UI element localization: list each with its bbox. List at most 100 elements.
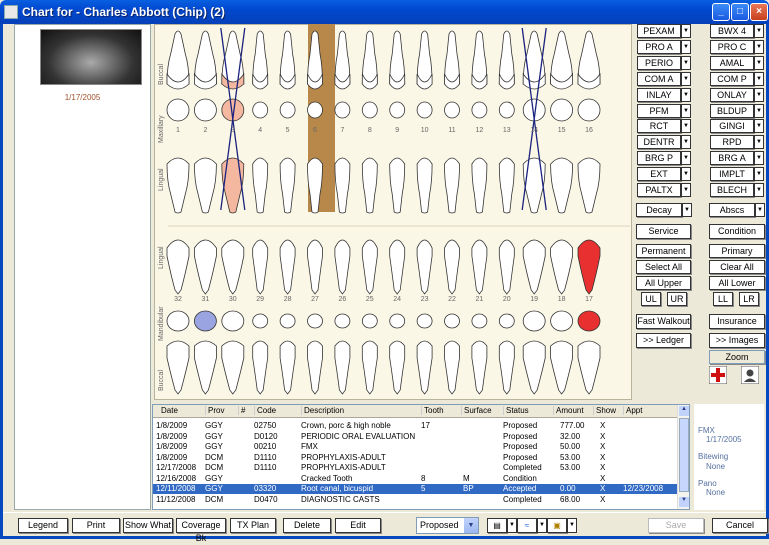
proc-ext-dropdown[interactable]: ▼	[681, 167, 691, 182]
tooth-lower-lingual[interactable]	[166, 239, 190, 295]
fast-walkout-button[interactable]: Fast Walkout	[636, 314, 691, 329]
tooth-lower-buccal[interactable]	[361, 340, 378, 395]
tooth-lower-buccal[interactable]	[416, 340, 433, 395]
tooth-lower-buccal[interactable]	[334, 340, 351, 395]
tooth-lower-occlusal[interactable]	[279, 313, 296, 329]
tooth-upper-lingual[interactable]	[279, 157, 296, 214]
tooth-upper-buccal[interactable]	[279, 30, 296, 85]
tooth-lower-buccal[interactable]	[221, 340, 245, 395]
proc-bwx-4-button[interactable]: BWX 4	[710, 24, 754, 38]
proc-gingi-button[interactable]: GINGI	[710, 119, 754, 134]
zoom-button[interactable]: Zoom	[709, 350, 765, 364]
tooth-upper-buccal[interactable]	[389, 30, 406, 85]
tooth-lower-lingual[interactable]	[389, 239, 406, 295]
tooth-upper-buccal[interactable]	[550, 30, 574, 85]
status-select[interactable]: Proposed ▼	[416, 517, 479, 534]
tooth-upper-lingual[interactable]	[334, 157, 351, 214]
col-show[interactable]: Show	[593, 406, 616, 415]
proc-inlay-button[interactable]: INLAY	[637, 87, 681, 102]
scroll-up-icon[interactable]: ▲	[679, 406, 689, 416]
tooth-lower-lingual[interactable]	[334, 239, 351, 295]
proc-com-a-dropdown[interactable]: ▼	[681, 71, 691, 86]
tooth-lower-occlusal[interactable]	[361, 313, 378, 329]
tooth-upper-lingual[interactable]	[361, 157, 378, 214]
tooth-lower-lingual[interactable]	[550, 239, 573, 295]
proc-onlay-dropdown[interactable]: ▼	[754, 87, 764, 102]
tooth-upper-lingual[interactable]	[498, 157, 515, 214]
tooth-lower-occlusal[interactable]	[194, 310, 217, 332]
tooth-lower-buccal[interactable]	[194, 340, 217, 395]
tooth-lower-buccal[interactable]	[498, 340, 515, 395]
col-amount[interactable]: Amount	[553, 406, 584, 415]
decay-button[interactable]: Decay	[636, 203, 682, 217]
tooth-occlusal[interactable]	[498, 101, 515, 119]
proc-rpd-dropdown[interactable]: ▼	[754, 135, 764, 150]
tooth-occlusal[interactable]	[471, 101, 488, 119]
close-button[interactable]: ×	[750, 3, 768, 21]
tooth-lower-buccal[interactable]	[389, 340, 406, 395]
proc-ext-button[interactable]: EXT	[637, 167, 681, 182]
xray-thumbnail[interactable]	[40, 29, 142, 85]
proc-com-a-button[interactable]: COM A	[637, 71, 681, 86]
tooth-lower-occlusal[interactable]	[550, 310, 574, 332]
proc-brg-a-dropdown[interactable]: ▼	[754, 151, 764, 166]
tooth-upper-buccal[interactable]	[193, 30, 217, 85]
tooth-lower-lingual[interactable]	[194, 239, 217, 295]
proc-bldup-button[interactable]: BLDUP	[710, 103, 754, 118]
proc-bldup-dropdown[interactable]: ▼	[754, 103, 764, 118]
tooth-occlusal[interactable]	[550, 98, 574, 122]
tooth-lower-occlusal[interactable]	[334, 313, 351, 329]
tooth-lower-lingual[interactable]	[252, 239, 269, 295]
tooth-lower-occlusal[interactable]	[307, 313, 323, 329]
tooth-lower-buccal[interactable]	[166, 340, 190, 395]
tooth-upper-buccal[interactable]	[252, 30, 269, 85]
tooth-occlusal[interactable]	[279, 101, 296, 119]
tooth-lower-occlusal[interactable]	[166, 310, 190, 332]
tooth-upper-buccal[interactable]	[307, 30, 323, 85]
tooth-lower-occlusal[interactable]	[389, 313, 406, 329]
tooth-lower-buccal[interactable]	[471, 340, 488, 395]
tx-plan-button[interactable]: TX Plan	[230, 518, 276, 533]
procedures-grid[interactable]: Date Prov # Code Description Tooth Surfa…	[152, 404, 690, 510]
delete-button[interactable]: Delete	[283, 518, 331, 533]
show-what-button[interactable]: Show What	[123, 518, 173, 533]
table-row[interactable]: 11/12/2008 DCM D0470 DIAGNOSTIC CASTS Comple…	[153, 495, 677, 505]
tooth-lower-buccal[interactable]	[444, 340, 460, 395]
maximize-button[interactable]: □	[731, 3, 749, 21]
tooth-upper-lingual[interactable]	[577, 157, 601, 214]
tooth-upper-buccal[interactable]	[166, 30, 190, 85]
primary-button[interactable]: Primary	[709, 244, 765, 258]
tooth-occlusal[interactable]	[334, 101, 351, 119]
tooth-lower-buccal[interactable]	[252, 340, 269, 395]
tooth-occlusal[interactable]	[307, 101, 323, 119]
grid-scrollbar[interactable]: ▲ ▼	[677, 405, 689, 509]
col-status[interactable]: Status	[503, 406, 529, 415]
decay-dropdown[interactable]: ▼	[682, 203, 692, 217]
proc-pfm-button[interactable]: PFM	[637, 103, 681, 118]
ledger-button[interactable]: >> Ledger	[636, 333, 691, 348]
tooth-occlusal[interactable]	[252, 101, 269, 119]
tooth-lower-buccal[interactable]	[279, 340, 296, 395]
tooth-lower-lingual[interactable]	[221, 239, 245, 295]
tooth-lower-buccal[interactable]	[577, 340, 601, 395]
patient-portrait-icon[interactable]	[741, 366, 759, 384]
table-row[interactable]: 1/8/2009 GGY D0120 PERIODIC ORAL EVALUATION…	[153, 432, 677, 442]
tooth-lower-occlusal[interactable]	[471, 313, 488, 329]
proc-paltx-dropdown[interactable]: ▼	[681, 183, 691, 197]
scroll-down-icon[interactable]: ▼	[679, 497, 689, 507]
proc-bwx-4-dropdown[interactable]: ▼	[754, 24, 764, 38]
scroll-thumb[interactable]	[679, 418, 689, 492]
proc-pro-a-dropdown[interactable]: ▼	[681, 39, 691, 54]
coverage-book-button[interactable]: Coverage Bk	[176, 518, 226, 543]
tooth-lower-occlusal[interactable]	[252, 313, 269, 329]
col-tooth[interactable]: Tooth	[421, 406, 444, 415]
tooth-occlusal[interactable]	[389, 101, 406, 119]
image-tool-icon[interactable]: ▣	[547, 518, 567, 533]
proc-amal-dropdown[interactable]: ▼	[754, 55, 764, 70]
tooth-upper-buccal[interactable]	[416, 30, 433, 85]
proc-pro-a-button[interactable]: PRO A	[637, 39, 681, 54]
proc-rct-button[interactable]: RCT	[637, 119, 681, 134]
proc-brg-a-button[interactable]: BRG A	[710, 151, 754, 166]
clear-all-button[interactable]: Clear All	[709, 260, 765, 274]
minimize-button[interactable]: _	[712, 3, 730, 21]
